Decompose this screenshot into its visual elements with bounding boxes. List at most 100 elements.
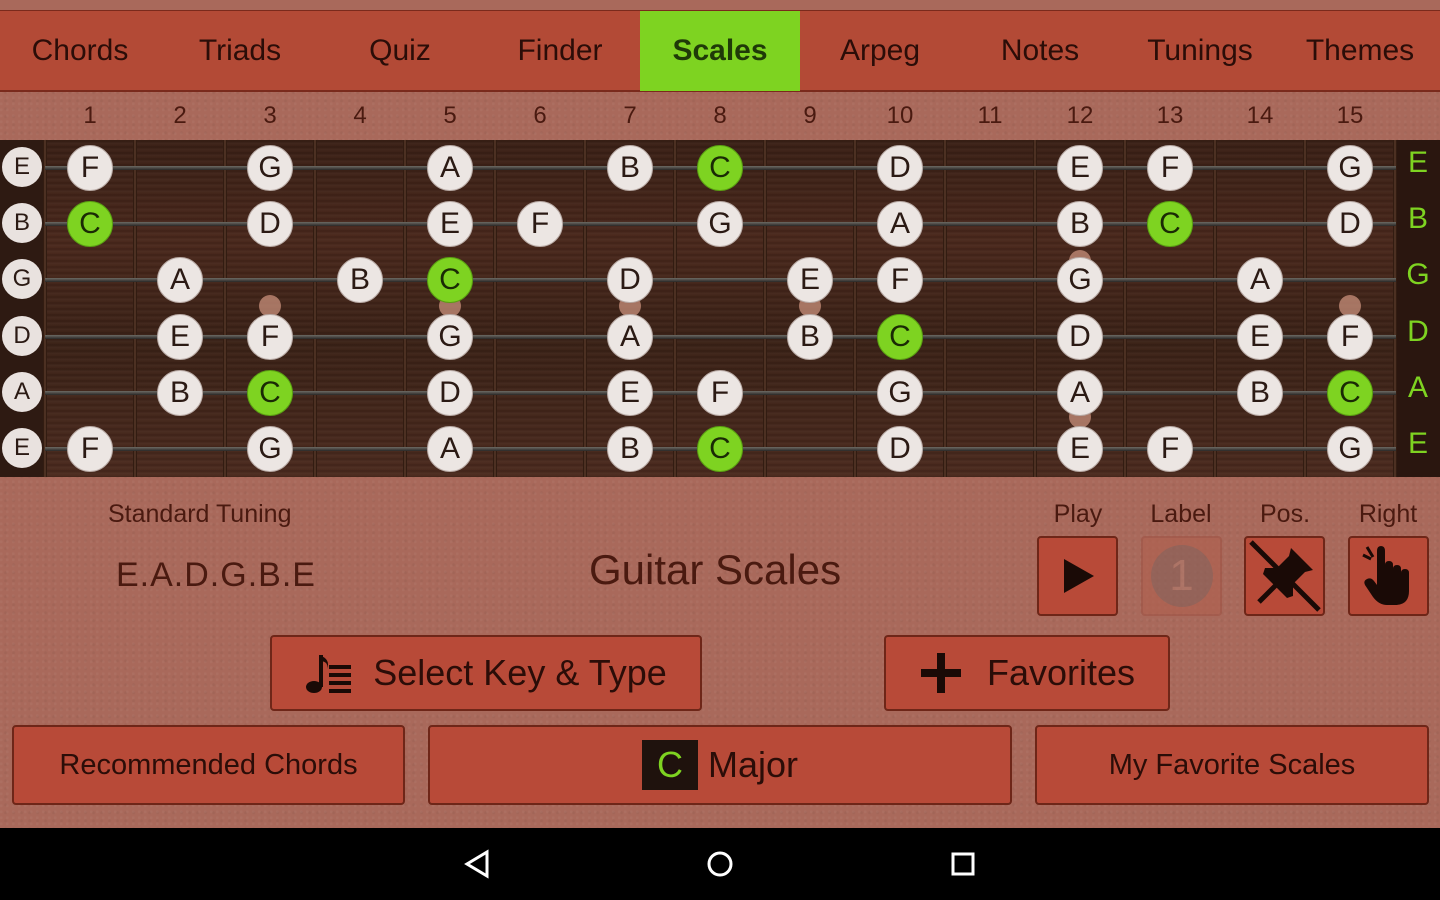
scale-note-marker[interactable]: E <box>1237 313 1283 360</box>
scale-note-marker[interactable]: G <box>247 145 293 191</box>
scale-note-marker[interactable]: G <box>1327 145 1373 191</box>
current-scale-button[interactable]: C Major <box>428 725 1012 805</box>
tab-themes[interactable]: Themes <box>1280 11 1440 91</box>
scale-note-marker[interactable]: G <box>877 369 923 416</box>
scale-note-marker[interactable]: B <box>607 426 653 472</box>
scale-note-marker[interactable]: D <box>877 426 923 472</box>
pos-caption: Pos. <box>1259 500 1311 528</box>
open-string-label[interactable]: E <box>2 428 42 468</box>
right-hand-button[interactable] <box>1348 536 1429 616</box>
recommended-chords-button[interactable]: Recommended Chords <box>12 725 405 805</box>
fret-wire <box>1393 140 1397 477</box>
scale-note-marker[interactable]: B <box>1057 201 1103 248</box>
scale-note-marker[interactable]: A <box>1057 369 1103 416</box>
fret-number-3: 3 <box>263 102 277 129</box>
root-note-marker[interactable]: C <box>1327 369 1373 416</box>
scale-note-marker[interactable]: F <box>1147 145 1193 191</box>
open-string-label[interactable]: D <box>2 315 42 356</box>
fret-wire <box>583 140 587 477</box>
root-note-marker[interactable]: C <box>877 313 923 360</box>
play-button[interactable] <box>1037 536 1118 616</box>
fret-number-7: 7 <box>623 102 637 129</box>
label-caption: Label <box>1150 500 1212 528</box>
tab-chords[interactable]: Chords <box>0 11 160 91</box>
open-string-label[interactable]: E <box>2 147 42 187</box>
tab-finder[interactable]: Finder <box>480 11 640 91</box>
fret-wire <box>223 140 227 477</box>
scale-note-marker[interactable]: F <box>247 313 293 360</box>
fretboard[interactable]: EEBBGGDDAAEEFGABCDEFGCDEFGABCDABCDEFGAEF… <box>0 140 1440 477</box>
root-note-marker[interactable]: C <box>697 145 743 191</box>
scale-note-marker[interactable]: D <box>1057 313 1103 360</box>
back-button[interactable] <box>458 844 498 884</box>
scale-note-marker[interactable]: F <box>67 145 113 191</box>
recents-button[interactable] <box>943 844 983 884</box>
scale-note-marker[interactable]: E <box>157 313 203 360</box>
fret-number-row: 1 2 3 4 5 6 7 8 9 10 11 12 13 14 15 <box>0 92 1440 140</box>
scale-note-marker[interactable]: E <box>1057 145 1103 191</box>
recommended-chords-label: Recommended Chords <box>59 748 358 781</box>
tuning-title: Standard Tuning <box>108 500 292 528</box>
fret-wire <box>1303 140 1307 477</box>
scale-note-marker[interactable]: G <box>1327 426 1373 472</box>
root-note-marker[interactable]: C <box>247 369 293 416</box>
tab-quiz[interactable]: Quiz <box>320 11 480 91</box>
scale-note-marker[interactable]: B <box>1237 369 1283 416</box>
scale-note-marker[interactable]: G <box>427 313 473 360</box>
nut-column <box>0 140 45 477</box>
scale-note-marker[interactable]: G <box>697 201 743 248</box>
right-caption: Right <box>1358 500 1418 528</box>
fret-wire <box>313 140 317 477</box>
scale-note-marker[interactable]: B <box>607 145 653 191</box>
scale-note-marker[interactable]: B <box>787 313 833 360</box>
music-notes-list-icon <box>306 655 352 693</box>
recents-square-icon <box>951 852 975 876</box>
scale-note-marker[interactable]: E <box>427 201 473 248</box>
tab-triads[interactable]: Triads <box>160 11 320 91</box>
select-key-type-button[interactable]: Select Key & Type <box>270 635 702 711</box>
favorites-button[interactable]: Favorites <box>884 635 1170 711</box>
scale-note-marker[interactable]: F <box>1147 426 1193 472</box>
scale-note-marker[interactable]: F <box>67 426 113 472</box>
scale-note-marker[interactable]: A <box>427 145 473 191</box>
scale-note-marker[interactable]: A <box>427 426 473 472</box>
scale-note-marker[interactable]: G <box>247 426 293 472</box>
number-one-circle-icon: 1 <box>1150 545 1213 607</box>
home-button[interactable] <box>700 844 740 884</box>
fret-wire <box>43 140 47 477</box>
string-name-label: G <box>1406 258 1430 292</box>
fret-wire <box>1213 140 1217 477</box>
root-note-marker[interactable]: C <box>67 201 113 248</box>
scale-note-marker[interactable]: D <box>1327 201 1373 248</box>
scale-note-marker[interactable]: D <box>877 145 923 191</box>
scale-note-marker[interactable]: E <box>607 369 653 416</box>
scale-note-marker[interactable]: E <box>1057 426 1103 472</box>
fret-number-4: 4 <box>353 102 367 129</box>
fret-wire <box>403 140 407 477</box>
label-button[interactable]: 1 <box>1141 536 1222 616</box>
scale-note-marker[interactable]: D <box>427 369 473 416</box>
fret-number-8: 8 <box>713 102 727 129</box>
my-favorite-scales-button[interactable]: My Favorite Scales <box>1035 725 1429 805</box>
home-circle-icon <box>707 851 733 877</box>
scale-note-marker[interactable]: F <box>697 369 743 416</box>
tab-scales[interactable]: Scales <box>640 11 800 91</box>
open-string-label[interactable]: B <box>2 203 42 244</box>
scale-note-marker[interactable]: F <box>517 201 563 248</box>
root-note-marker[interactable]: C <box>697 426 743 472</box>
tab-tunings[interactable]: Tunings <box>1120 11 1280 91</box>
scale-note-marker[interactable]: D <box>247 201 293 248</box>
string-name-label: E <box>1407 146 1428 179</box>
scale-note-marker[interactable]: B <box>157 369 203 416</box>
open-string-label[interactable]: A <box>2 371 42 412</box>
page-title: Guitar Scales <box>589 546 842 593</box>
root-note-marker[interactable]: C <box>1147 201 1193 248</box>
scale-note-marker[interactable]: A <box>607 313 653 360</box>
tab-notes[interactable]: Notes <box>960 11 1120 91</box>
play-caption: Play <box>1053 500 1103 528</box>
fret-number-5: 5 <box>443 102 457 129</box>
pos-button[interactable] <box>1244 536 1325 616</box>
scale-note-marker[interactable]: F <box>1327 313 1373 360</box>
scale-note-marker[interactable]: A <box>877 201 923 248</box>
tab-arpeg[interactable]: Arpeg <box>800 11 960 91</box>
